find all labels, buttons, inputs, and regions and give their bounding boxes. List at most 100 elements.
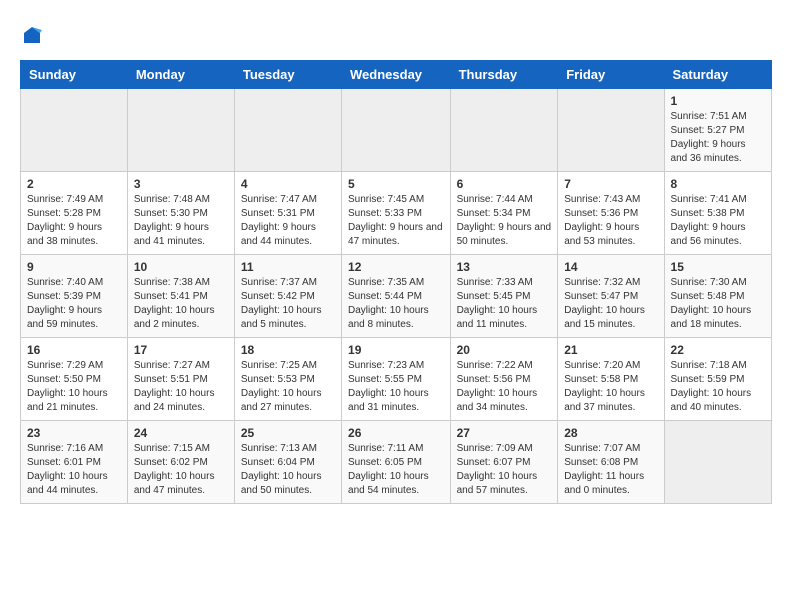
- calendar-cell: [234, 89, 341, 172]
- logo-icon: [22, 25, 42, 45]
- calendar-cell: 1Sunrise: 7:51 AM Sunset: 5:27 PM Daylig…: [664, 89, 771, 172]
- calendar-cell: 8Sunrise: 7:41 AM Sunset: 5:38 PM Daylig…: [664, 172, 771, 255]
- day-info: Sunrise: 7:48 AM Sunset: 5:30 PM Dayligh…: [134, 193, 228, 249]
- calendar-cell: [558, 89, 664, 172]
- calendar-week-row: 9 Sunrise: 7:40 AM Sunset: 5:39 PM Daylig…: [21, 255, 772, 338]
- day-info: Sunrise: 7:33 AM Sunset: 5:45 PM Dayligh…: [457, 276, 552, 332]
- weekday-header-monday: Monday: [127, 61, 234, 89]
- day-number: 14: [564, 260, 657, 274]
- calendar-cell: [450, 89, 558, 172]
- day-info: Sunrise: 7:23 AM Sunset: 5:55 PM Dayligh…: [348, 359, 444, 415]
- day-info: Sunrise: 7:09 AM Sunset: 6:07 PM Dayligh…: [457, 442, 552, 498]
- day-number: 3: [134, 177, 228, 191]
- calendar-cell: 28 Sunrise: 7:07 AM Sunset: 6:08 PM Dayli…: [558, 421, 664, 504]
- day-number: 20: [457, 343, 552, 357]
- calendar-header-row: SundayMondayTuesdayWednesdayThursdayFrid…: [21, 61, 772, 89]
- calendar-cell: 14 Sunrise: 7:32 AM Sunset: 5:47 PM Dayli…: [558, 255, 664, 338]
- weekday-header-thursday: Thursday: [450, 61, 558, 89]
- day-number: 11: [241, 260, 335, 274]
- calendar-cell: 13 Sunrise: 7:33 AM Sunset: 5:45 PM Dayli…: [450, 255, 558, 338]
- day-number: 15: [671, 260, 765, 274]
- calendar-week-row: 1Sunrise: 7:51 AM Sunset: 5:27 PM Daylig…: [21, 89, 772, 172]
- logo: [20, 25, 42, 50]
- day-info: Sunrise: 7:20 AM Sunset: 5:58 PM Dayligh…: [564, 359, 657, 415]
- day-number: 16: [27, 343, 121, 357]
- day-number: 8: [671, 177, 765, 191]
- day-info: Sunrise: 7:13 AM Sunset: 6:04 PM Dayligh…: [241, 442, 335, 498]
- weekday-header-tuesday: Tuesday: [234, 61, 341, 89]
- calendar-cell: [21, 89, 128, 172]
- day-info: Sunrise: 7:30 AM Sunset: 5:48 PM Dayligh…: [671, 276, 765, 332]
- day-info: Sunrise: 7:37 AM Sunset: 5:42 PM Dayligh…: [241, 276, 335, 332]
- weekday-header-wednesday: Wednesday: [342, 61, 451, 89]
- day-number: 1: [671, 94, 765, 108]
- calendar-cell: 2 Sunrise: 7:49 AM Sunset: 5:28 PM Daylig…: [21, 172, 128, 255]
- day-number: 24: [134, 426, 228, 440]
- day-info: Sunrise: 7:22 AM Sunset: 5:56 PM Dayligh…: [457, 359, 552, 415]
- day-number: 5: [348, 177, 444, 191]
- calendar-cell: 16Sunrise: 7:29 AM Sunset: 5:50 PM Dayli…: [21, 338, 128, 421]
- day-number: 28: [564, 426, 657, 440]
- calendar-cell: 5 Sunrise: 7:45 AM Sunset: 5:33 PM Daylig…: [342, 172, 451, 255]
- calendar-cell: [127, 89, 234, 172]
- day-number: 25: [241, 426, 335, 440]
- day-number: 9: [27, 260, 121, 274]
- calendar-cell: 17 Sunrise: 7:27 AM Sunset: 5:51 PM Dayli…: [127, 338, 234, 421]
- day-number: 22: [671, 343, 765, 357]
- day-info: Sunrise: 7:16 AM Sunset: 6:01 PM Dayligh…: [27, 442, 121, 498]
- day-info: Sunrise: 7:07 AM Sunset: 6:08 PM Dayligh…: [564, 442, 657, 498]
- day-number: 7: [564, 177, 657, 191]
- calendar-cell: 26 Sunrise: 7:11 AM Sunset: 6:05 PM Dayli…: [342, 421, 451, 504]
- calendar-cell: 25 Sunrise: 7:13 AM Sunset: 6:04 PM Dayli…: [234, 421, 341, 504]
- weekday-header-saturday: Saturday: [664, 61, 771, 89]
- calendar-cell: 6 Sunrise: 7:44 AM Sunset: 5:34 PM Daylig…: [450, 172, 558, 255]
- calendar-cell: 3 Sunrise: 7:48 AM Sunset: 5:30 PM Daylig…: [127, 172, 234, 255]
- day-number: 13: [457, 260, 552, 274]
- day-info: Sunrise: 7:44 AM Sunset: 5:34 PM Dayligh…: [457, 193, 552, 249]
- calendar-cell: 12 Sunrise: 7:35 AM Sunset: 5:44 PM Dayli…: [342, 255, 451, 338]
- calendar-week-row: 2 Sunrise: 7:49 AM Sunset: 5:28 PM Daylig…: [21, 172, 772, 255]
- calendar-cell: [342, 89, 451, 172]
- day-number: 21: [564, 343, 657, 357]
- calendar-cell: 15 Sunrise: 7:30 AM Sunset: 5:48 PM Dayli…: [664, 255, 771, 338]
- calendar-cell: 19Sunrise: 7:23 AM Sunset: 5:55 PM Dayli…: [342, 338, 451, 421]
- calendar-cell: 24 Sunrise: 7:15 AM Sunset: 6:02 PM Dayli…: [127, 421, 234, 504]
- calendar-cell: 21 Sunrise: 7:20 AM Sunset: 5:58 PM Dayli…: [558, 338, 664, 421]
- calendar-cell: 18 Sunrise: 7:25 AM Sunset: 5:53 PM Dayli…: [234, 338, 341, 421]
- day-info: Sunrise: 7:45 AM Sunset: 5:33 PM Dayligh…: [348, 193, 444, 249]
- calendar-cell: 4 Sunrise: 7:47 AM Sunset: 5:31 PM Daylig…: [234, 172, 341, 255]
- calendar: SundayMondayTuesdayWednesdayThursdayFrid…: [20, 60, 772, 504]
- day-info: Sunrise: 7:11 AM Sunset: 6:05 PM Dayligh…: [348, 442, 444, 498]
- day-number: 17: [134, 343, 228, 357]
- calendar-cell: 10Sunrise: 7:38 AM Sunset: 5:41 PM Dayli…: [127, 255, 234, 338]
- day-number: 26: [348, 426, 444, 440]
- calendar-cell: 7 Sunrise: 7:43 AM Sunset: 5:36 PM Daylig…: [558, 172, 664, 255]
- calendar-cell: 20 Sunrise: 7:22 AM Sunset: 5:56 PM Dayli…: [450, 338, 558, 421]
- day-info: Sunrise: 7:25 AM Sunset: 5:53 PM Dayligh…: [241, 359, 335, 415]
- day-number: 23: [27, 426, 121, 440]
- calendar-cell: 9 Sunrise: 7:40 AM Sunset: 5:39 PM Daylig…: [21, 255, 128, 338]
- calendar-cell: [664, 421, 771, 504]
- day-number: 6: [457, 177, 552, 191]
- calendar-cell: 27 Sunrise: 7:09 AM Sunset: 6:07 PM Dayli…: [450, 421, 558, 504]
- day-info: Sunrise: 7:40 AM Sunset: 5:39 PM Dayligh…: [27, 276, 121, 332]
- calendar-week-row: 23 Sunrise: 7:16 AM Sunset: 6:01 PM Dayli…: [21, 421, 772, 504]
- calendar-cell: 22 Sunrise: 7:18 AM Sunset: 5:59 PM Dayli…: [664, 338, 771, 421]
- day-number: 27: [457, 426, 552, 440]
- day-number: 2: [27, 177, 121, 191]
- day-number: 12: [348, 260, 444, 274]
- day-info: Sunrise: 7:15 AM Sunset: 6:02 PM Dayligh…: [134, 442, 228, 498]
- day-info: Sunrise: 7:49 AM Sunset: 5:28 PM Dayligh…: [27, 193, 121, 249]
- day-info: Sunrise: 7:32 AM Sunset: 5:47 PM Dayligh…: [564, 276, 657, 332]
- day-number: 4: [241, 177, 335, 191]
- day-info: Sunrise: 7:18 AM Sunset: 5:59 PM Dayligh…: [671, 359, 765, 415]
- day-number: 18: [241, 343, 335, 357]
- calendar-cell: 23 Sunrise: 7:16 AM Sunset: 6:01 PM Dayli…: [21, 421, 128, 504]
- day-info: Sunrise: 7:47 AM Sunset: 5:31 PM Dayligh…: [241, 193, 335, 249]
- day-info: Sunrise: 7:27 AM Sunset: 5:51 PM Dayligh…: [134, 359, 228, 415]
- day-number: 10: [134, 260, 228, 274]
- page-header: [20, 20, 772, 50]
- day-info: Sunrise: 7:43 AM Sunset: 5:36 PM Dayligh…: [564, 193, 657, 249]
- day-info: Sunrise: 7:35 AM Sunset: 5:44 PM Dayligh…: [348, 276, 444, 332]
- weekday-header-friday: Friday: [558, 61, 664, 89]
